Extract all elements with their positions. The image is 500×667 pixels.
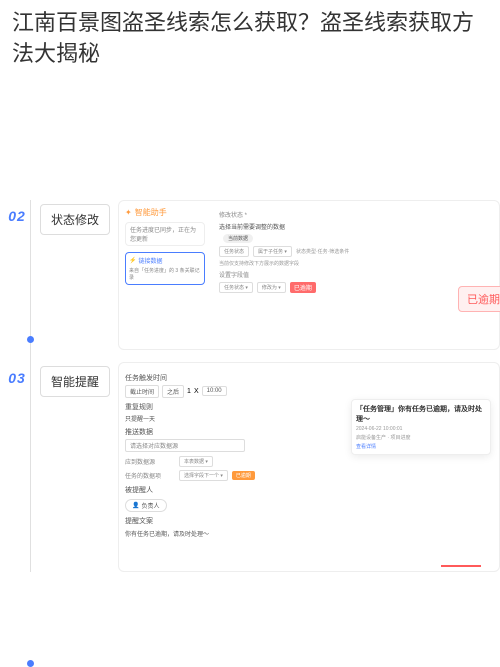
linkdata-sub: 来自「任务进度」的 3 条关联记录 (129, 267, 201, 281)
label-status: 修改状态 * (219, 210, 269, 219)
label-msg: 提醒文案 (125, 516, 493, 526)
label-datasrc: 应到数据源 (125, 457, 179, 466)
chip-current-data[interactable]: 当前数据 (223, 234, 253, 243)
form-hint: 当前仅支持修改下方展示的数据字段 (219, 260, 299, 267)
select-taskstate[interactable]: 任务状态 (219, 246, 249, 257)
select-state[interactable]: 任务状态 ▾ (219, 282, 253, 293)
label-select-old: 选择当前需要调整的数据 (219, 222, 285, 231)
msg-text: 你有任务已逾期，请及时处理～ (125, 529, 493, 538)
select-deadline[interactable]: 截止时间 (125, 385, 159, 398)
assistant-hint: 任务进度已同步，正在为您更新 (125, 222, 205, 246)
panel-smart-remind: 任务触发时间 截止时间 之后 1 X 10:00 重复规则 只提醒一天 推送数据… (118, 362, 500, 572)
timeline-dot (27, 336, 34, 343)
notification-card[interactable]: 「任务管理」你有任务已逾期，请及时处理～ 2024-06-22 10:00:01… (351, 399, 491, 455)
page-title: 江南百景图盗圣线索怎么获取？盗圣线索获取方法大揭秘 (0, 0, 500, 74)
select-field[interactable]: 选择字段下一个 ▾ (179, 470, 228, 481)
select-after[interactable]: 之后 (162, 385, 184, 398)
linkdata-title: 链接数据 (129, 256, 201, 265)
notice-link[interactable]: 查看详情 (356, 443, 486, 450)
select-datasource[interactable]: 请选择对应数据源 (125, 439, 245, 452)
time-value[interactable]: 10:00 (202, 386, 227, 396)
select-setto[interactable]: 修改为 ▾ (257, 282, 286, 293)
notice-title: 「任务管理」你有任务已逾期，请及时处理～ (356, 404, 486, 424)
tag-overdue: 已逾期 (232, 471, 255, 480)
step-label-02: 状态修改 (40, 204, 110, 235)
status-form: 修改状态 * 选择当前需要调整的数据 当前数据 任务状态 属于子任务 ▾ 状态类… (219, 207, 493, 296)
notice-time: 2024-06-22 10:00:01 (356, 426, 486, 432)
overdue-badge: 已逾期 (458, 286, 500, 312)
label-trigger: 任务触发时间 (125, 373, 493, 383)
accent-line (441, 565, 481, 567)
value-overdue: 已逾期 (290, 282, 316, 293)
panel-status-modify: 智能助手 任务进度已同步，正在为您更新 链接数据 来自「任务进度」的 3 条关联… (118, 200, 500, 350)
step-number-03: 03 (0, 370, 34, 386)
linkdata-card[interactable]: 链接数据 来自「任务进度」的 3 条关联记录 (125, 252, 205, 285)
person-chip[interactable]: 负责人 (125, 499, 167, 512)
label-receiver: 被提醒人 (125, 485, 493, 495)
step-number-02: 02 (0, 208, 34, 224)
label-setfield: 设置字段值 (219, 270, 269, 279)
select-tabledata[interactable]: 本表数据 ▾ (179, 456, 213, 467)
timeline-dot (27, 660, 34, 667)
step-label-03: 智能提醒 (40, 366, 110, 397)
label-dataitem: 任务的数据项 (125, 471, 179, 480)
notice-sub: 启能设备生产 · 项目进度 (356, 434, 486, 441)
select-subtask[interactable]: 属于子任务 ▾ (253, 246, 292, 257)
filter-hint: 状态类型·任务·筛选条件 (296, 248, 349, 255)
